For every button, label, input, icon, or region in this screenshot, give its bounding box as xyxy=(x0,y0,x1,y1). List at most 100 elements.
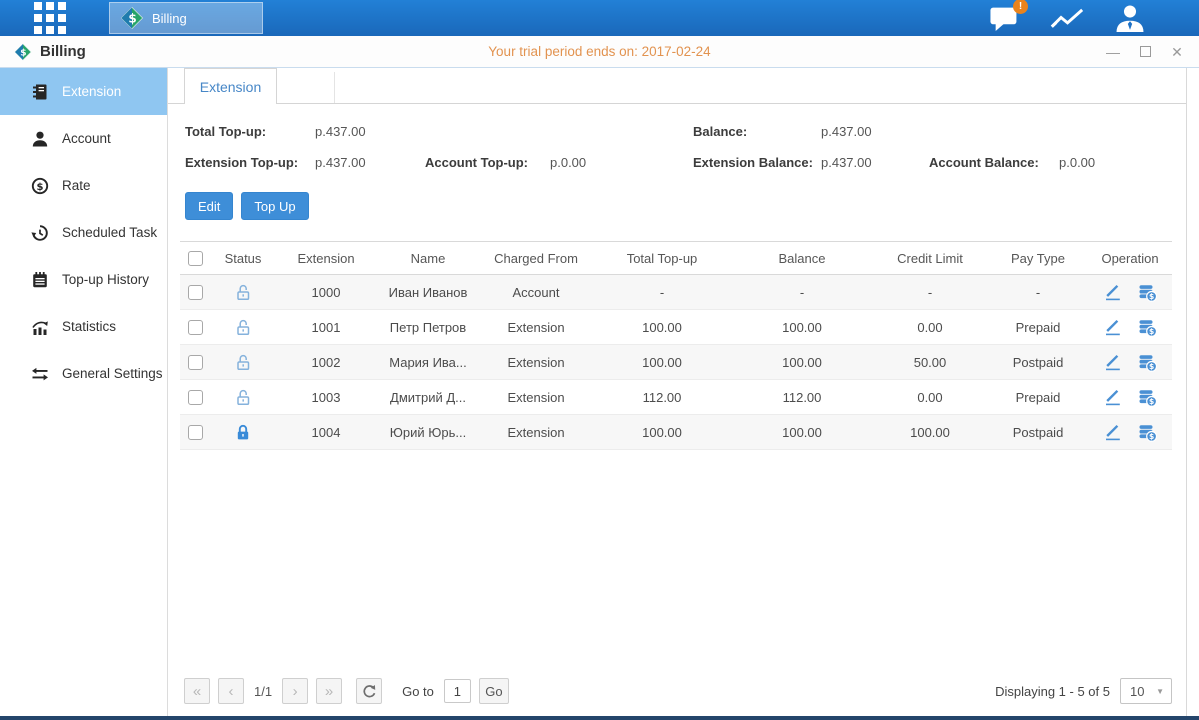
person-icon xyxy=(31,130,49,148)
topup-row-icon[interactable] xyxy=(1138,318,1157,337)
sidebar-item-statistics[interactable]: Statistics xyxy=(0,303,167,350)
sidebar: Extension Account $ Rate xyxy=(0,68,168,716)
sidebar-item-topup-history[interactable]: Top-up History xyxy=(0,256,167,303)
edit-row-icon[interactable] xyxy=(1103,353,1121,371)
table-row: 1000 Иван Иванов Account - - - - xyxy=(180,275,1172,310)
page-indicator: 1/1 xyxy=(254,684,272,699)
table-header-row: Status Extension Name Charged From Total… xyxy=(180,241,1172,275)
page-size-dropdown[interactable]: 10 ▼ xyxy=(1120,678,1172,704)
first-page-button[interactable]: « xyxy=(184,678,210,704)
balance-cell: 100.00 xyxy=(732,320,872,335)
charged-from-cell: Extension xyxy=(480,425,592,440)
top-header-bar: Billing ! xyxy=(0,0,1199,36)
row-checkbox[interactable] xyxy=(188,425,203,440)
col-operation: Operation xyxy=(1088,251,1172,266)
reports-chart-icon[interactable] xyxy=(1049,5,1085,31)
status-lock-icon[interactable] xyxy=(210,353,276,371)
dollar-circle-icon: $ xyxy=(31,177,49,195)
status-lock-icon[interactable] xyxy=(210,423,276,441)
status-lock-icon[interactable] xyxy=(210,318,276,336)
account-balance-value: p.0.00 xyxy=(1059,155,1186,170)
billing-diamond-icon xyxy=(120,6,144,30)
sidebar-item-general-settings[interactable]: General Settings xyxy=(0,350,167,397)
row-checkbox[interactable] xyxy=(188,285,203,300)
status-lock-icon[interactable] xyxy=(210,283,276,301)
extension-cell: 1004 xyxy=(276,425,376,440)
svg-text:$: $ xyxy=(37,181,44,192)
status-lock-icon[interactable] xyxy=(210,388,276,406)
window-title: Billing xyxy=(40,43,86,60)
sidebar-item-scheduled-task[interactable]: Scheduled Task xyxy=(0,209,167,256)
row-checkbox[interactable] xyxy=(188,390,203,405)
extension-cell: 1003 xyxy=(276,390,376,405)
extension-topup-value: p.437.00 xyxy=(315,155,425,170)
tab-slot-divider xyxy=(334,72,335,103)
balance-summary: Total Top-up: p.437.00 Balance: p.437.00… xyxy=(168,104,1186,178)
notification-badge: ! xyxy=(1013,0,1028,14)
col-total-topup: Total Top-up xyxy=(592,251,732,266)
sidebar-item-label: Scheduled Task xyxy=(62,225,157,240)
balance-label: Balance: xyxy=(693,124,821,139)
extension-cell: 1002 xyxy=(276,355,376,370)
pay-type-cell: Prepaid xyxy=(988,320,1088,335)
row-checkbox[interactable] xyxy=(188,355,203,370)
edit-row-icon[interactable] xyxy=(1103,423,1121,441)
window-minimize-button[interactable]: — xyxy=(1105,44,1121,60)
sidebar-item-label: Account xyxy=(62,131,111,146)
user-account-icon[interactable] xyxy=(1113,4,1147,32)
sidebar-item-label: Rate xyxy=(62,178,91,193)
select-all-checkbox[interactable] xyxy=(188,251,203,266)
sidebar-item-extension[interactable]: Extension xyxy=(0,68,167,115)
sidebar-item-account[interactable]: Account xyxy=(0,115,167,162)
line-chart-icon xyxy=(1049,5,1085,31)
credit-limit-cell: 0.00 xyxy=(872,390,988,405)
name-cell: Иван Иванов xyxy=(376,285,480,300)
notifications-message-icon[interactable]: ! xyxy=(989,5,1021,32)
pay-type-cell: Postpaid xyxy=(988,425,1088,440)
edit-row-icon[interactable] xyxy=(1103,283,1121,301)
app-launcher-grid-icon[interactable] xyxy=(33,1,67,35)
window-maximize-button[interactable] xyxy=(1137,44,1153,60)
refresh-button[interactable] xyxy=(356,678,382,704)
displaying-text: Displaying 1 - 5 of 5 xyxy=(995,684,1110,699)
pay-type-cell: Postpaid xyxy=(988,355,1088,370)
credit-limit-cell: 0.00 xyxy=(872,320,988,335)
total-topup-cell: 100.00 xyxy=(592,320,732,335)
edit-row-icon[interactable] xyxy=(1103,388,1121,406)
balance-cell: - xyxy=(732,285,872,300)
tab-extension[interactable]: Extension xyxy=(184,68,277,104)
extension-topup-label: Extension Top-up: xyxy=(185,155,315,170)
window-titlebar: Billing Your trial period ends on: 2017-… xyxy=(0,36,1199,68)
topup-row-icon[interactable] xyxy=(1138,423,1157,442)
charged-from-cell: Extension xyxy=(480,320,592,335)
topup-row-icon[interactable] xyxy=(1138,283,1157,302)
last-page-button[interactable]: » xyxy=(316,678,342,704)
edit-row-icon[interactable] xyxy=(1103,318,1121,336)
go-button[interactable]: Go xyxy=(479,678,509,704)
billing-app-window: Billing ! xyxy=(0,0,1199,720)
sidebar-item-label: Top-up History xyxy=(62,272,149,287)
sidebar-item-rate[interactable]: $ Rate xyxy=(0,162,167,209)
total-topup-label: Total Top-up: xyxy=(185,124,315,139)
next-page-button[interactable]: › xyxy=(282,678,308,704)
total-topup-cell: 100.00 xyxy=(592,425,732,440)
name-cell: Мария Ива... xyxy=(376,355,480,370)
row-checkbox[interactable] xyxy=(188,320,203,335)
chevron-down-icon: ▼ xyxy=(1156,687,1164,696)
app-tab-billing[interactable]: Billing xyxy=(109,2,263,34)
topup-row-icon[interactable] xyxy=(1138,353,1157,372)
trial-notice: Your trial period ends on: 2017-02-24 xyxy=(0,44,1199,59)
window-close-button[interactable]: ✕ xyxy=(1169,44,1185,60)
maximize-icon xyxy=(1140,46,1151,57)
topup-row-icon[interactable] xyxy=(1138,388,1157,407)
goto-page-input[interactable] xyxy=(444,679,471,703)
prev-page-button[interactable]: ‹ xyxy=(218,678,244,704)
top-up-button[interactable]: Top Up xyxy=(241,192,308,220)
table-row: 1004 Юрий Юрь... Extension 100.00 100.00… xyxy=(180,415,1172,450)
account-topup-label: Account Top-up: xyxy=(425,155,550,170)
pay-type-cell: Prepaid xyxy=(988,390,1088,405)
credit-limit-cell: 50.00 xyxy=(872,355,988,370)
edit-button[interactable]: Edit xyxy=(185,192,233,220)
total-topup-value: p.437.00 xyxy=(315,124,425,139)
total-topup-cell: 100.00 xyxy=(592,355,732,370)
